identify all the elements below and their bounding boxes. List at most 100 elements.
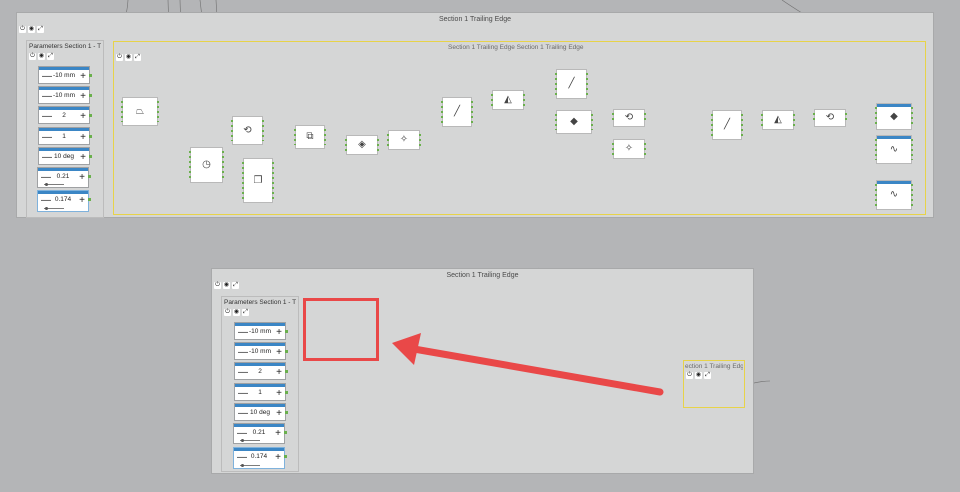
power-icon[interactable]: ⏻ [686,372,693,379]
expand-icon[interactable]: ⤢ [47,53,54,60]
node-copy-shape[interactable]: ❐ [242,158,274,203]
value-slider-handle[interactable] [45,183,48,186]
eye-icon[interactable]: ◉ [38,53,45,60]
rotate-icon: ⟲ [825,112,835,123]
parameter-value[interactable]: 0.174 [49,196,77,203]
parameter-stepper-length-1[interactable]: — -10 mm + [234,322,288,340]
parameter-value[interactable]: 0.21 [245,429,273,436]
power-icon[interactable]: ⏻ [224,309,231,316]
node-shape-a[interactable]: ◭ [491,90,525,110]
node-profile-sketch[interactable]: ⏢ [121,97,159,126]
node-shape-b[interactable]: ◭ [761,110,795,130]
parameter-value[interactable]: 1 [246,389,274,396]
increment-button[interactable]: + [80,132,86,143]
parameter-value[interactable]: 1 [50,133,78,140]
increment-button[interactable]: + [276,388,282,399]
collapsed-node-title: ection 1 Trailing Edg [685,363,743,370]
eye-icon[interactable]: ◉ [125,54,132,61]
increment-button[interactable]: + [80,152,86,163]
parameter-value[interactable]: -10 mm [50,72,78,79]
parameter-value[interactable]: 10 deg [50,153,78,160]
profile-icon: ⏢ [136,105,144,117]
parameter-slider-ratio-2[interactable]: — 0.174 + [37,190,91,212]
increment-button[interactable]: + [80,91,86,102]
collapsed-trailing-edge-node[interactable]: ection 1 Trailing Edg ⏻ ◉ ⤢ [683,360,745,408]
parameter-value[interactable]: 0.21 [49,173,77,180]
expand-icon[interactable]: ⤢ [37,26,44,33]
parameter-stepper-count-1[interactable]: — 1 + [234,383,288,401]
parameter-stepper-count-2[interactable]: — 2 + [38,106,92,124]
panel-toolbar: ⏻ ◉ ⤢ [19,26,44,33]
increment-button[interactable]: + [79,195,85,206]
expand-icon[interactable]: ⤢ [704,372,711,379]
parameter-value[interactable]: 2 [246,368,274,375]
eye-icon[interactable]: ◉ [695,372,702,379]
increment-button[interactable]: + [79,172,85,183]
parameter-value[interactable]: 2 [50,112,78,119]
increment-button[interactable]: + [276,347,282,358]
node-rotate-b[interactable]: ⟲ [612,109,646,127]
parameter-stepper-count-1[interactable]: — 1 + [38,127,92,145]
increment-button[interactable]: + [80,71,86,82]
parameter-stepper-angle[interactable]: — 10 deg + [234,403,288,421]
dial-icon: ◷ [202,159,211,170]
power-icon[interactable]: ⏻ [29,53,36,60]
node-fill-shape-a[interactable]: ◆ [555,110,593,134]
parameter-value[interactable]: -10 mm [246,348,274,355]
eye-icon[interactable]: ◉ [223,282,230,289]
node-mirror[interactable]: ◈ [345,135,379,155]
value-slider-handle[interactable] [241,439,244,442]
parameter-stepper-length-2[interactable]: — -10 mm + [38,86,92,104]
parameter-stepper-angle[interactable]: — 10 deg + [38,147,92,165]
panel-title: Section 1 Trailing Edge [446,272,519,279]
parameter-value[interactable]: 10 deg [246,409,274,416]
parameter-value[interactable]: -10 mm [246,328,274,335]
value-slider-handle[interactable] [241,464,244,467]
power-icon[interactable]: ⏻ [116,54,123,61]
node-line-a[interactable]: ╱ [441,97,473,127]
parameter-stepper-length-1[interactable]: — -10 mm + [38,66,92,84]
node-curve-a[interactable]: ∿ [875,135,913,164]
parameter-stepper-count-2[interactable]: — 2 + [234,362,288,380]
parameters-group-label: Parameters Section 1 - T [29,43,102,50]
copy-shape-icon: ❐ [253,174,263,186]
node-rotate-a[interactable]: ⟲ [231,116,264,145]
increment-button[interactable]: + [276,408,282,419]
eye-icon[interactable]: ◉ [233,309,240,316]
node-line-b[interactable]: ╱ [555,69,588,99]
increment-button[interactable]: + [80,111,86,122]
fill-shape-icon: ◆ [570,116,578,127]
increment-button[interactable]: + [276,327,282,338]
parameter-slider-ratio-1[interactable]: — 0.21 + [233,423,287,444]
parameter-value[interactable]: -10 mm [50,92,78,99]
parameter-value[interactable]: 0.174 [245,453,273,460]
parameter-slider-ratio-2[interactable]: — 0.174 + [233,447,287,469]
increment-button[interactable]: + [275,428,281,439]
transform-icon: ⧉ [306,131,314,142]
panel-toolbar: ⏻ ◉ ⤢ [214,282,239,289]
eye-icon[interactable]: ◉ [28,26,35,33]
power-icon[interactable]: ⏻ [214,282,221,289]
parameter-stepper-length-2[interactable]: — -10 mm + [234,342,288,360]
node-fill-shape-b[interactable]: ◆ [875,103,913,130]
node-transform[interactable]: ⧉ [294,125,326,149]
node-angle-dial[interactable]: ◷ [189,147,224,183]
shape-icon: ◭ [504,94,512,105]
value-slider-handle[interactable] [45,207,48,210]
increment-button[interactable]: + [276,367,282,378]
node-rotate-c[interactable]: ⟲ [813,109,847,127]
node-vertices-b[interactable]: ✧ [612,139,646,159]
power-icon[interactable]: ⏻ [19,26,26,33]
curve-icon: ∿ [889,189,899,200]
increment-button[interactable]: + [275,452,281,463]
parameter-slider-ratio-1[interactable]: — 0.21 + [37,167,91,188]
node-vertices[interactable]: ✧ [387,130,421,150]
line-icon: ╱ [568,78,575,89]
expand-icon[interactable]: ⤢ [242,309,249,316]
expand-icon[interactable]: ⤢ [134,54,141,61]
bottom-group-panel[interactable]: Section 1 Trailing Edge ⏻ ◉ ⤢ Parameters… [211,268,754,474]
node-line-c[interactable]: ╱ [711,110,743,140]
node-curve-b[interactable]: ∿ [875,180,913,210]
expand-icon[interactable]: ⤢ [232,282,239,289]
line-icon: ╱ [453,106,461,117]
